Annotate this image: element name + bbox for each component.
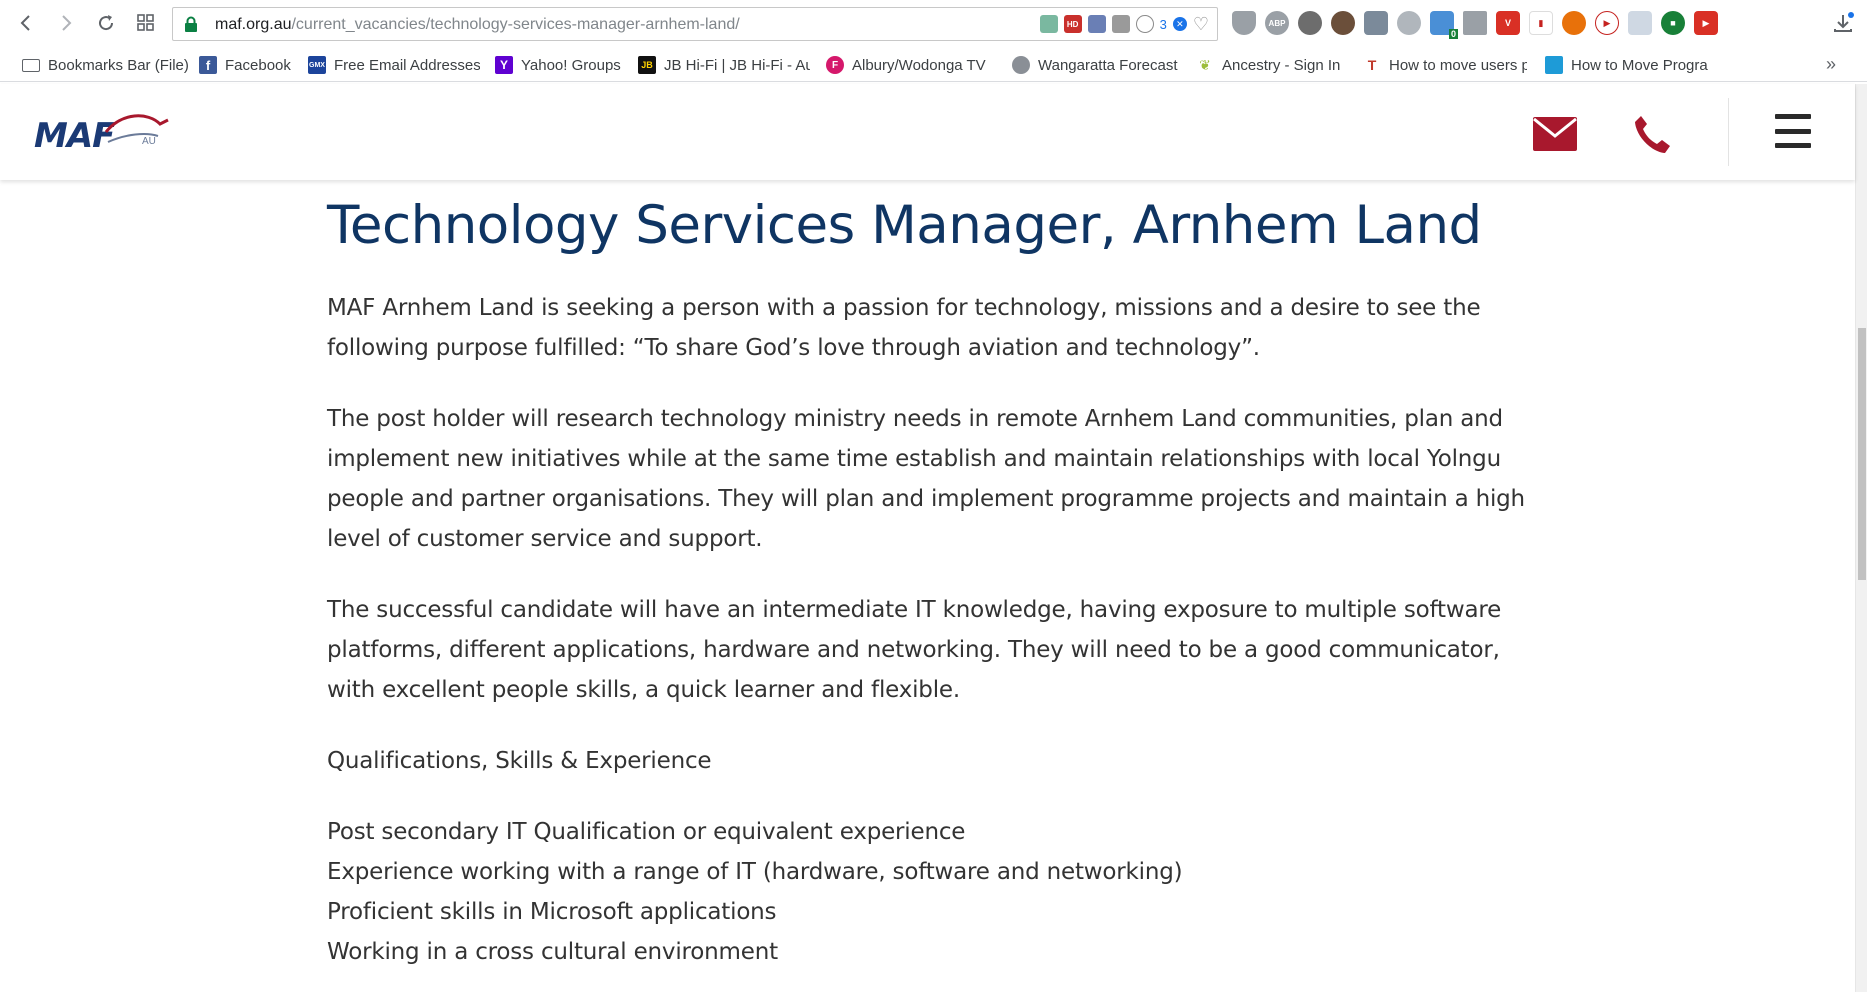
header-divider <box>1728 98 1729 166</box>
bookmark-label: Facebook <box>225 56 291 74</box>
gmx-icon: GMX <box>308 56 326 74</box>
site-header: MAF AU <box>0 84 1855 180</box>
tool-extension-icon[interactable] <box>1298 11 1322 35</box>
role-paragraph: The post holder will research technology… <box>327 406 1525 552</box>
intro-paragraph: MAF Arnhem Land is seeking a person with… <box>327 295 1481 361</box>
plane-swoosh-icon <box>104 114 169 143</box>
bookmarks-bar: Bookmarks Bar (File) f Facebook GMX Free… <box>0 48 1867 82</box>
yahoo-icon: Y <box>495 56 513 74</box>
pocket-icon[interactable]: ▶ <box>1694 11 1718 35</box>
bookmark-label: Free Email Addresses <box>334 56 480 74</box>
hd-extension-icon[interactable]: HD <box>1063 15 1082 33</box>
shield-extension-icon[interactable] <box>1232 11 1256 35</box>
howto-icon <box>1545 56 1563 74</box>
bookmark-item[interactable]: GMX Free Email Addresses <box>308 55 480 75</box>
privacy-icon[interactable] <box>1397 11 1421 35</box>
bookmark-item[interactable]: T How to move users p <box>1363 55 1527 75</box>
bookmark-item[interactable]: Wangaratta Forecast <box>1012 55 1184 75</box>
url-host: maf.org.au <box>215 16 292 33</box>
extension-badge: 0 <box>1448 29 1458 39</box>
adblock-icon[interactable]: ABP <box>1265 11 1289 35</box>
bookmark-label: How to Move Progra <box>1571 56 1708 74</box>
jbhifi-icon: JB <box>638 56 656 74</box>
bookmark-label: Wangaratta Forecast <box>1038 56 1178 74</box>
maf-logo[interactable]: MAF AU <box>34 110 169 156</box>
bookmark-label: Bookmarks Bar (File) <box>48 56 189 74</box>
ancestry-icon: ❦ <box>1196 56 1214 74</box>
candidate-paragraph: The successful candidate will have an in… <box>327 597 1502 703</box>
foxtel-icon: F <box>826 56 844 74</box>
email-icon[interactable] <box>1533 117 1577 156</box>
bookmark-item[interactable]: Bookmarks Bar (File) <box>22 55 192 75</box>
list-item: Post secondary IT Qualification or equiv… <box>327 819 966 845</box>
bookmark-label: Albury/Wodonga TV <box>852 56 986 74</box>
vivaldi-icon[interactable]: V <box>1496 11 1520 35</box>
close-badge-icon[interactable]: ✕ <box>1172 17 1187 31</box>
printer-icon[interactable] <box>1364 11 1388 35</box>
folder-icon <box>22 58 40 72</box>
url-path: /current_vacancies/technology-services-m… <box>291 16 740 33</box>
address-bar[interactable]: maf.org.au/current_vacancies/technology-… <box>172 7 1218 41</box>
apps-grid-icon[interactable] <box>133 10 159 36</box>
bookmark-item[interactable]: JB JB Hi-Fi | JB Hi-Fi - Au <box>638 55 810 75</box>
download-icon[interactable] <box>1832 12 1854 34</box>
bookmark-item[interactable]: F Albury/Wodonga TV <box>826 55 994 75</box>
more-bookmarks-icon[interactable]: » <box>1826 54 1836 75</box>
section-heading: Qualifications, Skills & Experience <box>327 748 712 774</box>
scrollbar-thumb[interactable] <box>1858 328 1866 580</box>
phone-icon[interactable] <box>1633 114 1671 159</box>
bookmark-item[interactable]: f Facebook <box>199 55 295 75</box>
menu-icon[interactable] <box>1775 114 1811 148</box>
cookie-icon[interactable] <box>1331 11 1355 35</box>
bookmark-label: Yahoo! Groups <box>521 56 621 74</box>
list-item: Experience working with a range of IT (h… <box>327 859 1183 885</box>
bookmark-red-icon[interactable]: ▮ <box>1529 11 1553 35</box>
extensions-bar: ABP 0 V ▮ ▶ ■ ▶ <box>1232 11 1718 39</box>
arrow-down-icon[interactable] <box>1463 11 1487 35</box>
list-item: Proficient skills in Microsoft applicati… <box>327 899 777 925</box>
record-icon[interactable]: ■ <box>1661 11 1685 35</box>
page-scrollbar[interactable] <box>1855 84 1867 992</box>
reload-icon[interactable] <box>93 10 119 36</box>
cube-extension-icon[interactable] <box>1039 15 1058 33</box>
lock-icon <box>185 16 197 32</box>
bookmark-item[interactable]: Y Yahoo! Groups <box>495 55 623 75</box>
logo-suffix: AU <box>142 136 156 147</box>
job-content: Technology Services Manager, Arnhem Land… <box>327 180 1537 972</box>
youtube-icon[interactable]: ▶ <box>1595 11 1619 35</box>
browser-toolbar: maf.org.au/current_vacancies/technology-… <box>0 0 1867 48</box>
bookmark-label: How to move users p <box>1389 56 1527 74</box>
list-item: Working in a cross cultural environment <box>327 939 778 965</box>
keyboard-icon[interactable] <box>1628 11 1652 35</box>
network-extension-icon[interactable]: 0 <box>1430 11 1458 39</box>
url-text: maf.org.au/current_vacancies/technology-… <box>215 16 740 34</box>
requirements-list: Post secondary IT Qualification or equiv… <box>327 812 1537 972</box>
facebook-icon: f <box>199 56 217 74</box>
tools-extension-icon[interactable] <box>1087 15 1106 33</box>
bookmark-item[interactable]: ❦ Ancestry - Sign In <box>1196 55 1346 75</box>
download-extension-icon[interactable] <box>1111 15 1130 33</box>
bookmark-item[interactable]: How to Move Progra <box>1545 55 1717 75</box>
forward-icon[interactable] <box>53 10 79 36</box>
page-title: Technology Services Manager, Arnhem Land <box>327 195 1482 256</box>
zoom-icon[interactable] <box>1135 15 1154 33</box>
weather-icon <box>1012 56 1030 74</box>
bookmark-label: Ancestry - Sign In <box>1222 56 1341 74</box>
back-icon[interactable] <box>13 10 39 36</box>
bookmark-heart-icon[interactable]: ♡ <box>1193 15 1209 33</box>
duckduckgo-icon[interactable] <box>1562 11 1586 35</box>
bookmark-label: JB Hi-Fi | JB Hi-Fi - Au <box>664 56 810 74</box>
badge-count: 3 <box>1159 16 1167 32</box>
tenforums-icon: T <box>1363 56 1381 74</box>
